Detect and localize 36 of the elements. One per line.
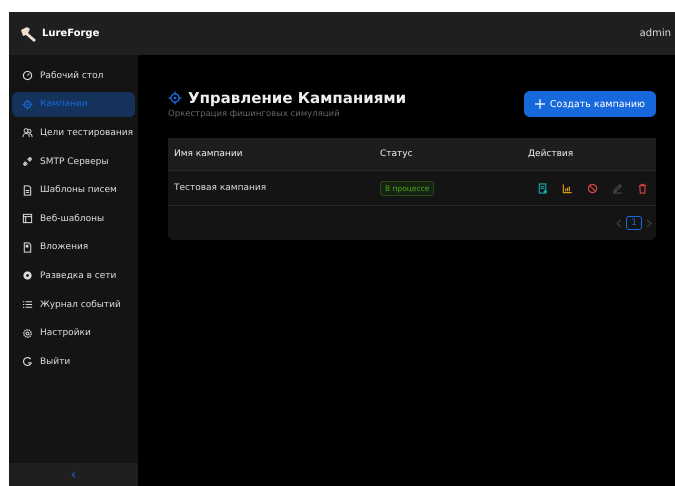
plus-icon bbox=[534, 99, 545, 109]
hammer-icon bbox=[19, 26, 39, 42]
user-name[interactable]: admin bbox=[640, 28, 671, 39]
settings-icon bbox=[22, 328, 33, 339]
gauge-icon bbox=[22, 70, 33, 82]
list-icon bbox=[22, 299, 33, 310]
document-icon bbox=[22, 184, 33, 196]
sidebar-item[interactable]: Шаблоны писем bbox=[12, 177, 135, 203]
file-icon bbox=[22, 242, 33, 253]
bar-chart-icon[interactable] bbox=[562, 182, 573, 194]
blocked-icon[interactable] bbox=[587, 182, 598, 194]
target-icon bbox=[22, 98, 33, 110]
brand-name: LureForge bbox=[42, 28, 100, 39]
page-subtitle: Оркестрация фишинговых симуляций bbox=[168, 109, 341, 119]
trash-icon[interactable] bbox=[637, 182, 648, 194]
sidebar-item[interactable]: Веб-шаблоны bbox=[12, 206, 135, 232]
create-campaign-button[interactable]: Создать кампанию bbox=[524, 91, 656, 117]
sidebar-item[interactable]: Рабочий стол bbox=[12, 63, 135, 89]
page-button[interactable]: 1 bbox=[626, 216, 642, 230]
logout-icon bbox=[22, 356, 33, 368]
sidebar-item[interactable]: Журнал событий bbox=[12, 292, 135, 318]
target-icon bbox=[168, 91, 182, 105]
column-header: Действия bbox=[522, 138, 656, 171]
column-header: Имя кампании bbox=[168, 138, 374, 171]
sidebar-item[interactable]: Настройки bbox=[12, 320, 135, 346]
pencil-icon[interactable] bbox=[612, 182, 623, 194]
campaign-name: Тестовая кампания bbox=[168, 171, 374, 206]
page-title: Управление Кампаниями bbox=[188, 89, 406, 107]
sidebar-item[interactable]: Разведка в сети bbox=[12, 263, 135, 289]
sidebar-item[interactable]: SMTP Серверы bbox=[12, 148, 135, 174]
sidebar-item[interactable]: Выйти bbox=[12, 348, 135, 375]
layout-icon bbox=[22, 213, 33, 224]
report-icon[interactable] bbox=[537, 182, 548, 194]
sidebar-item[interactable]: Вложения bbox=[12, 234, 135, 260]
people-icon bbox=[22, 127, 33, 138]
sidebar-item[interactable]: Цели тестирования bbox=[12, 120, 135, 146]
